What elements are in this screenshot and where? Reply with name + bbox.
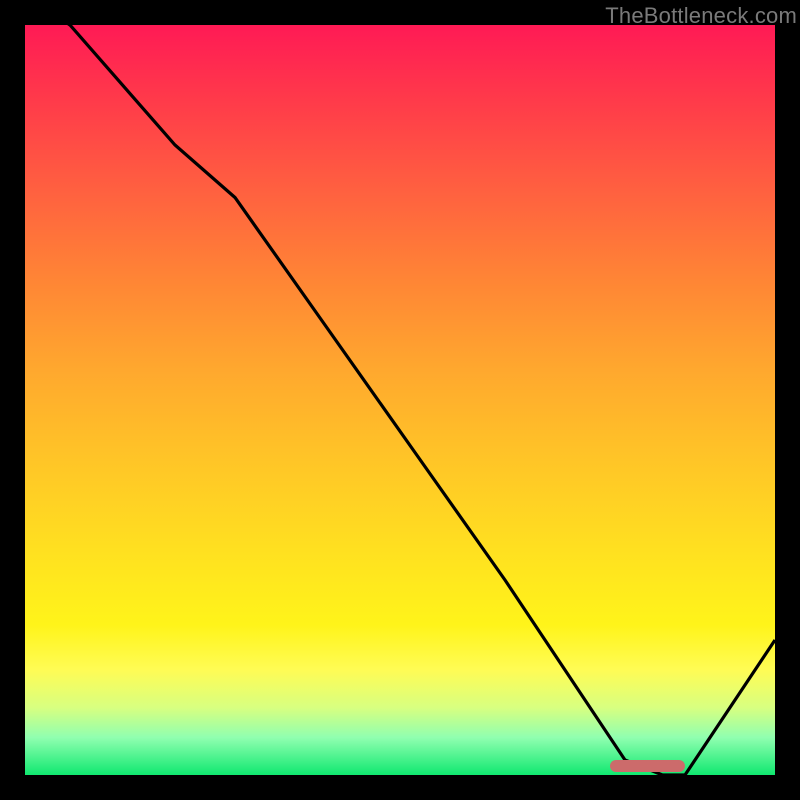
optimal-range-marker	[610, 760, 685, 772]
curve-path	[25, 25, 775, 775]
bottleneck-curve	[25, 25, 775, 775]
chart-container: TheBottleneck.com	[0, 0, 800, 800]
attribution-text: TheBottleneck.com	[605, 3, 797, 29]
plot-area	[25, 25, 775, 775]
